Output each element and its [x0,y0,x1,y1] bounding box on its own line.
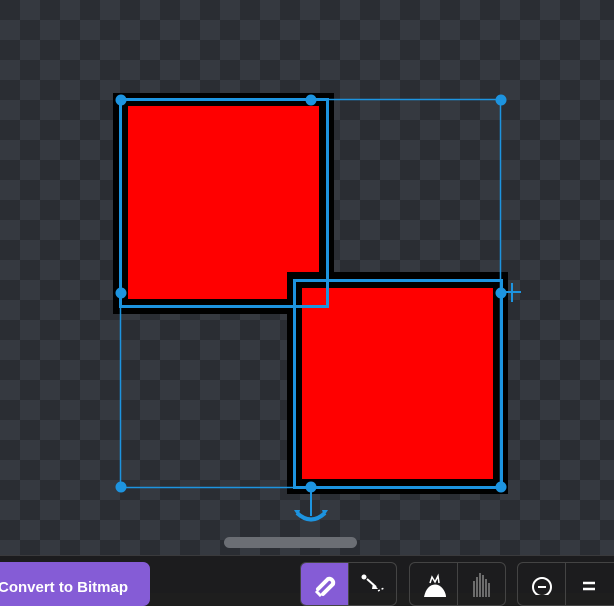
snap-button[interactable] [301,563,348,605]
convert-to-bitmap-button[interactable]: Convert to Bitmap [0,562,150,606]
resize-handle-top-right[interactable] [495,94,507,106]
zoom-reset-icon [583,581,595,591]
vector-shapes[interactable] [0,0,614,555]
eraser-button[interactable] [457,563,504,605]
resize-handle-top-left[interactable] [115,94,127,106]
zoom-out-icon [531,577,552,595]
bottom-toolbar: Convert to Bitmap [0,555,614,606]
resize-handle-bottom-right[interactable] [495,481,507,493]
paint-canvas[interactable] [0,0,614,555]
zoom-reset-button[interactable] [565,563,612,605]
rotate-handle-icon[interactable] [294,490,328,522]
resize-handle-middle-left[interactable] [115,287,127,299]
reshape-button[interactable] [348,563,395,605]
brush-button[interactable] [410,563,457,605]
eraser-lines-icon [473,573,490,597]
zoom-out-button[interactable] [518,563,565,605]
brush-icon [423,573,446,597]
mode-button-group [300,562,397,606]
pointer-curve-icon [361,574,385,592]
magnet-icon [314,576,335,597]
brush-button-group [409,562,506,606]
horizontal-scrollbar[interactable] [224,537,357,548]
resize-handle-bottom-left[interactable] [115,481,127,493]
zoom-button-group [517,562,614,606]
resize-handle-top-center[interactable] [305,94,317,106]
